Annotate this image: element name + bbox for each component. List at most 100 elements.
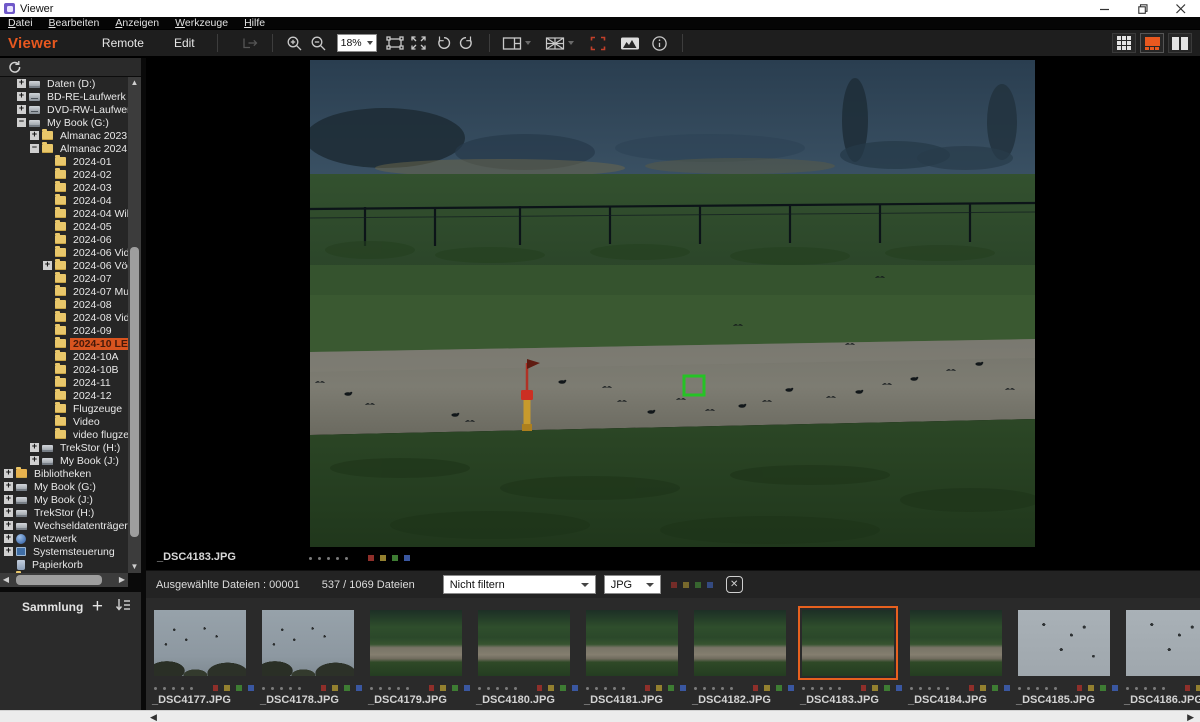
label-color-chip[interactable] xyxy=(980,685,986,691)
tree-item[interactable]: +2024-10A xyxy=(0,350,128,363)
rating-dot[interactable] xyxy=(1126,687,1129,690)
rating-and-labels[interactable] xyxy=(910,684,1010,692)
label-color-chip[interactable] xyxy=(788,685,794,691)
rating-and-labels[interactable] xyxy=(586,684,686,692)
tree-item[interactable]: +2024-06 xyxy=(0,233,128,246)
menu-bearbeiten[interactable]: Bearbeiten xyxy=(41,17,108,30)
thumbnail-image[interactable] xyxy=(478,610,570,676)
tree-vertical-scrollbar[interactable]: ▲ ▼ xyxy=(128,77,141,573)
rating-dot[interactable] xyxy=(478,687,481,690)
sort-icon[interactable] xyxy=(115,598,131,617)
tree-item[interactable]: +Bibliotheken xyxy=(0,467,128,480)
expander-icon[interactable]: + xyxy=(4,521,13,530)
scrollbar-thumb[interactable] xyxy=(16,575,102,585)
refresh-icon[interactable] xyxy=(2,56,26,78)
rating-dot[interactable] xyxy=(154,687,157,690)
tree-horizontal-scrollbar[interactable]: ◀ ▶ xyxy=(0,573,128,587)
label-color-chip[interactable] xyxy=(452,685,458,691)
label-color-chip[interactable] xyxy=(1100,685,1106,691)
export-icon[interactable] xyxy=(238,32,262,54)
thumbnail-image[interactable] xyxy=(586,610,678,676)
filetype-select[interactable]: JPG xyxy=(604,575,661,594)
thumbnail-image[interactable] xyxy=(1126,610,1200,676)
label-color-filters[interactable] xyxy=(671,582,713,588)
label-color-chip[interactable] xyxy=(380,555,386,561)
tree-item[interactable]: +2024-09 xyxy=(0,324,128,337)
rating-dot[interactable] xyxy=(1054,687,1057,690)
thumbnail-image[interactable] xyxy=(154,610,246,676)
tree-item[interactable]: +Wechseldatenträger (L:) xyxy=(0,519,128,532)
label-color-chip[interactable] xyxy=(896,685,902,691)
rating-and-labels[interactable] xyxy=(309,554,410,562)
zoom-level-select[interactable]: 18% xyxy=(337,34,377,52)
tree-item[interactable]: +2024-07 Mutter xyxy=(0,285,128,298)
thumbnail-frame[interactable] xyxy=(366,606,466,680)
rating-dot[interactable] xyxy=(730,687,733,690)
tree-item[interactable]: +2024-05 xyxy=(0,220,128,233)
expander-icon[interactable]: + xyxy=(17,92,26,101)
label-color-chip[interactable] xyxy=(356,685,362,691)
label-color-chip[interactable] xyxy=(236,685,242,691)
thumbnail-image[interactable] xyxy=(1018,610,1110,676)
fullscreen-icon[interactable] xyxy=(407,32,431,54)
rating-and-labels[interactable] xyxy=(1126,684,1200,692)
compare-dropdown-icon[interactable] xyxy=(568,41,574,45)
expander-icon[interactable]: + xyxy=(30,456,39,465)
rating-dot[interactable] xyxy=(910,687,913,690)
scrollbar-thumb[interactable] xyxy=(130,247,139,537)
label-color-chip[interactable] xyxy=(680,685,686,691)
add-collection-button[interactable]: + xyxy=(92,598,103,616)
expander-icon[interactable]: − xyxy=(17,118,26,127)
label-color-chip[interactable] xyxy=(344,685,350,691)
rating-dot[interactable] xyxy=(928,687,931,690)
thumbnail-frame[interactable] xyxy=(906,606,1006,680)
rotate-left-icon[interactable] xyxy=(431,32,455,54)
tree-item[interactable]: +TrekStor (H:) xyxy=(0,506,128,519)
rating-and-labels[interactable] xyxy=(262,684,362,692)
label-color-chip[interactable] xyxy=(861,685,867,691)
rating-dot[interactable] xyxy=(1027,687,1030,690)
close-button[interactable] xyxy=(1162,0,1200,17)
label-color-chip[interactable] xyxy=(392,555,398,561)
menu-datei[interactable]: Datei xyxy=(0,17,41,30)
menu-hilfe[interactable]: Hilfe xyxy=(236,17,273,30)
rating-dot[interactable] xyxy=(406,687,409,690)
label-color-chip[interactable] xyxy=(1004,685,1010,691)
expander-icon[interactable]: + xyxy=(4,508,13,517)
layout-dropdown-icon[interactable] xyxy=(525,41,531,45)
expander-icon[interactable]: + xyxy=(4,495,13,504)
expander-icon[interactable]: + xyxy=(17,105,26,114)
label-color-chip[interactable] xyxy=(872,685,878,691)
rating-dot[interactable] xyxy=(694,687,697,690)
thumbnail-image[interactable] xyxy=(370,610,462,676)
rating-dot[interactable] xyxy=(514,687,517,690)
tree-item[interactable]: +2024-10B xyxy=(0,363,128,376)
thumbnail-image[interactable] xyxy=(262,610,354,676)
expander-icon[interactable]: + xyxy=(30,131,39,140)
tree-item[interactable]: −Almanac 2024 xyxy=(0,142,128,155)
label-color-chip[interactable] xyxy=(224,685,230,691)
rating-dot[interactable] xyxy=(505,687,508,690)
rating-dot[interactable] xyxy=(181,687,184,690)
expander-icon[interactable]: + xyxy=(43,261,52,270)
expander-icon[interactable]: + xyxy=(4,534,13,543)
tree-item[interactable]: +2024-12 xyxy=(0,389,128,402)
label-color-chip[interactable] xyxy=(764,685,770,691)
rating-dot[interactable] xyxy=(586,687,589,690)
rating-dot[interactable] xyxy=(946,687,949,690)
label-color-chip[interactable] xyxy=(753,685,759,691)
rating-dot[interactable] xyxy=(336,557,339,560)
tree-item[interactable]: +My Book (J:) xyxy=(0,454,128,467)
thumbnail-image[interactable] xyxy=(802,610,894,676)
thumbnail-cell[interactable]: _DSC4186.JPG xyxy=(1122,606,1200,706)
rating-dot[interactable] xyxy=(496,687,499,690)
label-color-chip[interactable] xyxy=(404,555,410,561)
label-color-chip[interactable] xyxy=(969,685,975,691)
scroll-up-icon[interactable]: ▲ xyxy=(128,77,141,89)
filter-select[interactable]: Nicht filtern xyxy=(443,575,596,594)
rating-dot[interactable] xyxy=(613,687,616,690)
rating-dot[interactable] xyxy=(388,687,391,690)
thumbnail-cell[interactable]: _DSC4183.JPG xyxy=(798,606,902,706)
label-color-chip[interactable] xyxy=(645,685,651,691)
main-photo[interactable] xyxy=(310,60,1035,547)
